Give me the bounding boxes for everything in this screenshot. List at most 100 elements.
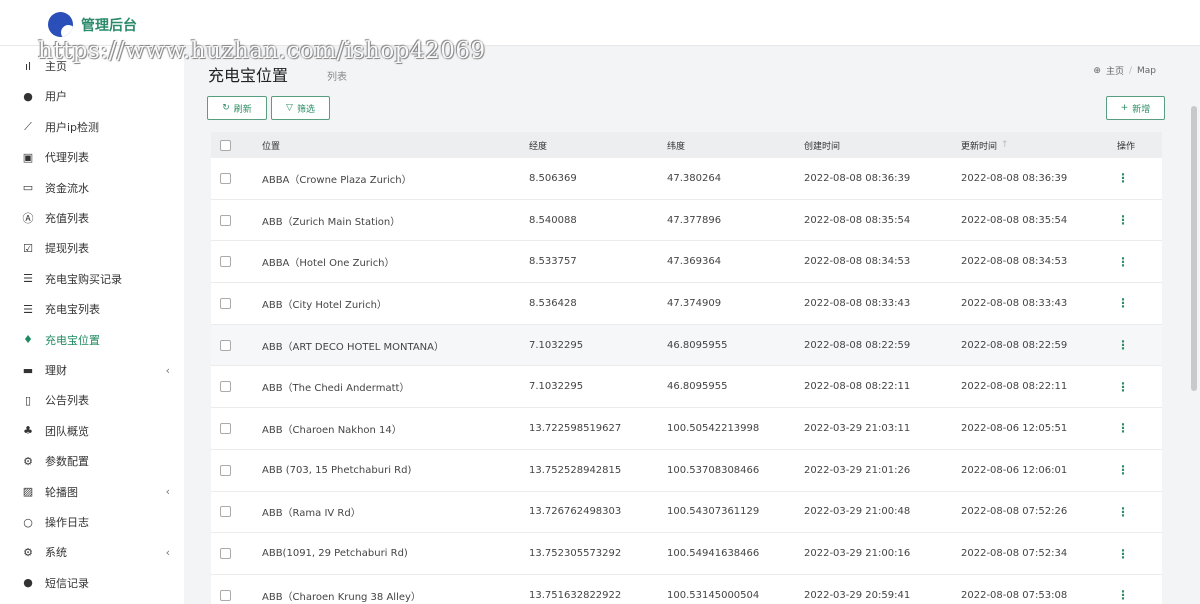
page-subtitle: 列表 <box>327 72 347 83</box>
breadcrumb-home[interactable]: 主页 <box>1106 64 1124 77</box>
sort-asc-icon[interactable]: ↑ <box>1001 140 1009 150</box>
more-vertical-icon[interactable]: ⋮ <box>1117 213 1129 227</box>
sidebar-item-14[interactable]: ▨ 轮播图 ‹ <box>0 478 184 506</box>
document-icon: ▯ <box>24 393 32 407</box>
latitude-cell: 100.54307361129 <box>667 506 760 518</box>
row-checkbox[interactable] <box>220 256 231 268</box>
sidebar-item-label: 参数配置 <box>45 455 89 469</box>
comment-icon: ● <box>23 576 33 590</box>
row-checkbox[interactable] <box>220 548 231 560</box>
created-time-cell: 2022-08-08 08:22:11 <box>804 381 911 393</box>
row-checkbox[interactable] <box>220 506 231 518</box>
location-cell: ABB（Charoen Nakhon 14） <box>262 424 402 436</box>
sidebar-item-17[interactable]: ● 短信记录 <box>0 569 184 597</box>
table-row[interactable]: ABB（City Hotel Zurich） 8.536428 47.374909 2… <box>211 283 1162 325</box>
filter-button[interactable]: ▽ 筛选 <box>271 96 330 120</box>
sidebar-item-1[interactable]: ● 用户 <box>0 82 184 110</box>
filter-icon: ▽ <box>286 103 293 113</box>
sidebar-item-11[interactable]: ▯ 公告列表 <box>0 386 184 414</box>
latitude-cell: 47.377896 <box>667 214 722 226</box>
more-vertical-icon[interactable]: ⋮ <box>1117 338 1129 352</box>
more-vertical-icon[interactable]: ⋮ <box>1117 380 1129 394</box>
sidebar-item-label: 公告列表 <box>45 394 89 408</box>
refresh-icon: ↻ <box>222 103 230 113</box>
more-vertical-icon[interactable]: ⋮ <box>1117 588 1129 602</box>
select-all-checkbox[interactable] <box>220 139 231 151</box>
refresh-button[interactable]: ↻ 刷新 <box>207 96 267 120</box>
row-actions-cell: ⋮ <box>1117 492 1129 533</box>
row-checkbox-cell <box>220 158 231 199</box>
table-row[interactable]: ABB（ART DECO HOTEL MONTANA） 7.1032295 46.8… <box>211 324 1162 367</box>
filter-label: 筛选 <box>296 104 315 115</box>
sidebar-item-4[interactable]: ▭ 资金流水 <box>0 174 184 202</box>
table-row[interactable]: ABB(1091, 29 Petchaburi Rd) 13.7523055732… <box>211 533 1162 575</box>
sidebar-item-6[interactable]: ☑ 提现列表 <box>0 234 184 262</box>
table-row[interactable]: ABB（Zurich Main Station） 8.540088 47.37789… <box>211 199 1162 242</box>
row-checkbox[interactable] <box>220 464 231 476</box>
select-all-cell <box>220 132 231 158</box>
table-header: 位置 经度 纬度 创建时间 更新时间 ↑ 操作 <box>211 132 1162 158</box>
header-location[interactable]: 位置 <box>262 132 280 158</box>
chevron-left-icon: ‹ <box>165 485 170 499</box>
row-checkbox[interactable] <box>220 339 231 351</box>
more-vertical-icon[interactable]: ⋮ <box>1117 421 1129 435</box>
latitude-cell: 46.8095955 <box>667 381 728 393</box>
row-checkbox[interactable] <box>220 422 231 434</box>
row-checkbox[interactable] <box>220 214 231 226</box>
row-actions-cell: ⋮ <box>1117 533 1129 574</box>
scrollbar-thumb[interactable] <box>1191 106 1197 391</box>
row-checkbox[interactable] <box>220 381 231 393</box>
page-scrollbar[interactable] <box>1188 46 1200 604</box>
indent-list-icon: ☰ <box>23 302 33 316</box>
sidebar-item-3[interactable]: ▣ 代理列表 <box>0 143 184 171</box>
sidebar-item-16[interactable]: ⚙ 系统 ‹ <box>0 538 184 566</box>
table-row[interactable]: ABB（Charoen Nakhon 14） 13.722598519627 100… <box>211 408 1162 450</box>
sidebar-item-13[interactable]: ⚙ 参数配置 <box>0 447 184 475</box>
longitude-cell: 8.506369 <box>529 172 577 184</box>
row-checkbox[interactable] <box>220 172 231 184</box>
row-checkbox-cell <box>220 533 231 574</box>
row-checkbox-cell <box>220 200 231 241</box>
add-button[interactable]: + 新增 <box>1106 96 1165 120</box>
more-vertical-icon[interactable]: ⋮ <box>1117 505 1129 519</box>
table-row[interactable]: ABBA（Crowne Plaza Zurich） 8.506369 47.3802… <box>211 158 1162 200</box>
sidebar-item-7[interactable]: ☰ 充电宝购买记录 <box>0 265 184 293</box>
row-checkbox[interactable] <box>220 297 231 309</box>
money-icon: ▭ <box>22 181 34 195</box>
longitude-cell: 7.1032295 <box>529 339 584 351</box>
more-vertical-icon[interactable]: ⋮ <box>1117 547 1129 561</box>
table-row[interactable]: ABB（The Chedi Andermatt） 7.1032295 46.8095… <box>211 366 1162 409</box>
row-checkbox[interactable] <box>220 589 231 601</box>
table-row[interactable]: ABBA（Hotel One Zurich） 8.533757 47.369364 2… <box>211 241 1162 284</box>
row-actions-cell: ⋮ <box>1117 366 1129 407</box>
sidebar-item-label: 轮播图 <box>45 485 78 499</box>
table-row[interactable]: ABB（Rama IV Rd） 13.726762498303 100.543073… <box>211 491 1162 534</box>
sidebar-item-10[interactable]: ▬ 理财 ‹ <box>0 356 184 384</box>
header-created-time[interactable]: 创建时间 <box>804 132 840 158</box>
header-updated-time[interactable]: 更新时间 ↑ <box>961 132 1009 158</box>
sidebar-item-5[interactable]: Ⓐ 充值列表 <box>0 204 184 232</box>
latitude-cell: 47.380264 <box>667 172 722 184</box>
created-time-cell: 2022-03-29 21:03:11 <box>804 422 911 434</box>
more-vertical-icon[interactable]: ⋮ <box>1117 255 1129 269</box>
app-logo[interactable]: 管理后台 <box>48 12 137 37</box>
row-checkbox-cell <box>220 575 231 604</box>
more-vertical-icon[interactable]: ⋮ <box>1117 463 1129 477</box>
users-icon: ♣ <box>23 424 33 438</box>
table-row[interactable]: ABB (703, 15 Phetchaburi Rd) 13.752528942… <box>211 449 1162 492</box>
sidebar-item-15[interactable]: ○ 操作日志 <box>0 508 184 536</box>
row-checkbox-cell <box>220 450 231 491</box>
sidebar-item-8[interactable]: ☰ 充电宝列表 <box>0 295 184 323</box>
more-vertical-icon[interactable]: ⋮ <box>1117 171 1129 185</box>
sidebar-item-12[interactable]: ♣ 团队概览 <box>0 417 184 445</box>
header-latitude[interactable]: 纬度 <box>667 132 685 158</box>
sidebar-item-9[interactable]: ♦ 充电宝位置 <box>0 326 184 354</box>
table-row[interactable]: ABB（Charoen Krung 38 Alley） 13.7516328229… <box>211 574 1162 604</box>
sidebar-item-2[interactable]: ⟋ 用户ip检测 <box>0 113 184 141</box>
header-longitude[interactable]: 经度 <box>529 132 547 158</box>
more-vertical-icon[interactable]: ⋮ <box>1117 296 1129 310</box>
cogs-icon: ⚙ <box>23 454 33 468</box>
updated-time-cell: 2022-08-08 08:36:39 <box>961 172 1068 184</box>
updated-time-cell: 2022-08-08 07:53:08 <box>961 589 1068 601</box>
chevron-left-icon: ‹ <box>165 363 170 377</box>
